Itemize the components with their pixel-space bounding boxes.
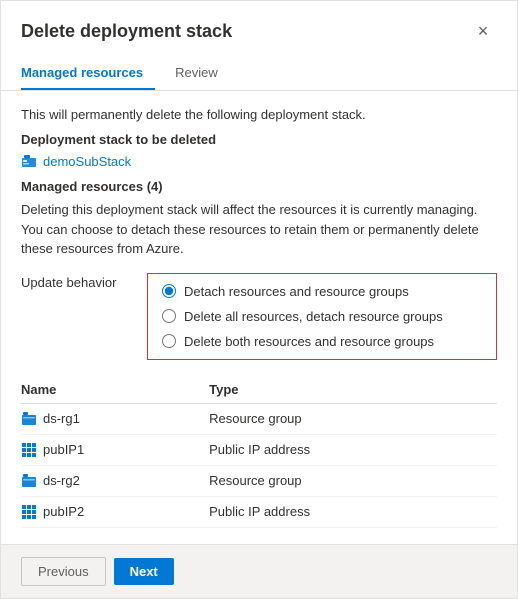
radio-detach-label: Detach resources and resource groups (184, 284, 409, 299)
radio-option-delete-all[interactable]: Delete all resources, detach resource gr… (162, 309, 482, 324)
update-behavior-label: Update behavior (21, 273, 131, 290)
table-row: pubIP1 Public IP address (21, 434, 497, 465)
table-row: pubIP2 Public IP address (21, 496, 497, 527)
tab-review[interactable]: Review (175, 57, 230, 90)
resource-name: pubIP2 (43, 504, 84, 519)
resource-name: pubIP1 (43, 442, 84, 457)
stack-reference: demoSubStack (21, 153, 497, 169)
resource-name-cell: pubIP2 (21, 496, 209, 527)
dialog-footer: Previous Next (1, 544, 517, 598)
resource-type-cell: Resource group (209, 403, 497, 434)
next-button[interactable]: Next (114, 558, 174, 585)
tab-bar: Managed resources Review (1, 57, 517, 91)
tab-managed-resources[interactable]: Managed resources (21, 57, 155, 90)
resource-type-cell: Public IP address (209, 434, 497, 465)
resource-name-cell: ds-rg2 (21, 465, 209, 496)
radio-option-detach[interactable]: Detach resources and resource groups (162, 284, 482, 299)
radio-detach-input[interactable] (162, 284, 176, 298)
resource-name: ds-rg2 (43, 473, 80, 488)
radio-delete-all-input[interactable] (162, 309, 176, 323)
previous-button[interactable]: Previous (21, 557, 106, 586)
resource-group-icon (21, 411, 37, 427)
stack-icon (21, 153, 37, 169)
resource-name-cell: ds-rg1 (21, 403, 209, 434)
table-row: ds-rg1 Resource group (21, 403, 497, 434)
resource-type-cell: Public IP address (209, 496, 497, 527)
radio-delete-both-input[interactable] (162, 334, 176, 348)
close-button[interactable]: × (469, 17, 497, 45)
public-ip-icon (21, 442, 37, 458)
deployment-stack-label: Deployment stack to be deleted (21, 132, 497, 147)
table-row: ds-rg2 Resource group (21, 465, 497, 496)
radio-option-delete-both[interactable]: Delete both resources and resource group… (162, 334, 482, 349)
resource-name: ds-rg1 (43, 411, 80, 426)
dialog-title: Delete deployment stack (21, 21, 232, 42)
stack-name-link[interactable]: demoSubStack (43, 154, 131, 169)
col-type: Type (209, 376, 497, 404)
public-ip-icon (21, 504, 37, 520)
intro-text: This will permanently delete the followi… (21, 107, 497, 122)
resource-name-cell: pubIP1 (21, 434, 209, 465)
resource-group-icon (21, 473, 37, 489)
dialog-body: This will permanently delete the followi… (1, 91, 517, 544)
col-name: Name (21, 376, 209, 404)
radio-delete-both-label: Delete both resources and resource group… (184, 334, 434, 349)
delete-deployment-stack-dialog: Delete deployment stack × Managed resour… (0, 0, 518, 599)
resource-table: Name Type ds-rg1 Resource group (21, 376, 497, 528)
dialog-header: Delete deployment stack × (1, 1, 517, 53)
update-behavior-section: Update behavior Detach resources and res… (21, 273, 497, 360)
radio-delete-all-label: Delete all resources, detach resource gr… (184, 309, 443, 324)
radio-group: Detach resources and resource groups Del… (147, 273, 497, 360)
managed-resources-label: Managed resources (4) (21, 179, 497, 194)
warning-text: Deleting this deployment stack will affe… (21, 200, 497, 259)
resource-type-cell: Resource group (209, 465, 497, 496)
